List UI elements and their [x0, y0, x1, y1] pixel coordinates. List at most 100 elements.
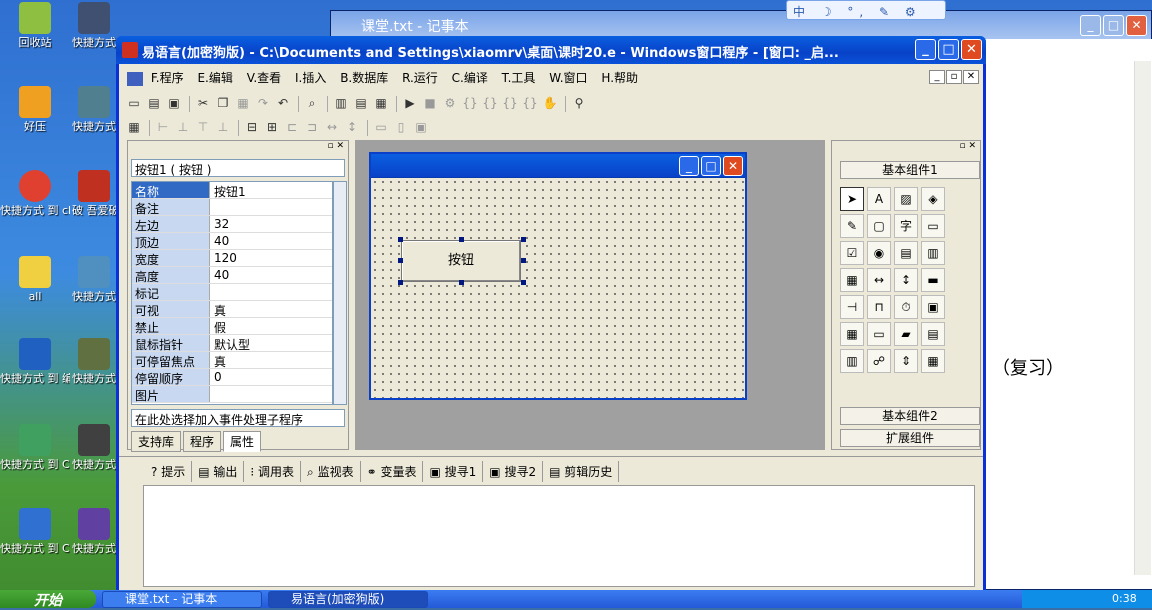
recycle-bin-icon[interactable]: 回收站 [0, 2, 70, 49]
menu-tools[interactable]: T.工具 [502, 69, 536, 86]
label-tool-icon[interactable]: A [867, 187, 891, 211]
tab-callstack[interactable]: ⁝ 调用表 [244, 461, 302, 482]
ime-toolbar[interactable]: 中 ☽ °, ✎ ⚙ [786, 0, 946, 20]
menu-compile[interactable]: C.编译 [452, 69, 488, 86]
menu-run[interactable]: R.运行 [402, 69, 438, 86]
property-row[interactable]: 名称 按钮1 [132, 182, 332, 199]
checkbox-tool-icon[interactable]: ☑ [840, 241, 864, 265]
resize-handle[interactable] [459, 280, 464, 285]
resize-handle[interactable] [398, 280, 403, 285]
doc-tool-icon[interactable]: ▤ [921, 322, 945, 346]
comp-pin-icon[interactable]: ▫ [959, 141, 965, 151]
tab-support-library[interactable]: 支持库 [131, 431, 182, 452]
panel-close-icon[interactable]: ✕ [336, 141, 344, 151]
property-row[interactable]: 备注 [132, 199, 332, 216]
edit-tool-icon[interactable]: ✎ [840, 214, 864, 238]
basic-components-tab[interactable]: 基本组件1 [840, 161, 980, 179]
chrome-shortcut-icon[interactable]: 快捷方式 到 chrome [0, 170, 70, 217]
size1-icon[interactable]: ▭ [372, 118, 390, 136]
notepad-scrollbar[interactable] [1134, 61, 1151, 575]
align-top-icon[interactable]: ⊤ [194, 118, 212, 136]
guiguijs-shortcut-icon[interactable]: 快捷方式 鬼鬼JS [72, 508, 116, 555]
picturebox-tool-icon[interactable]: ▢ [867, 214, 891, 238]
tab-watch[interactable]: ⌕ 监视表 [301, 461, 361, 482]
start-button[interactable]: 开始 [0, 590, 96, 609]
resize-handle[interactable] [521, 258, 526, 263]
open-file-icon[interactable]: ▤ [145, 94, 163, 112]
js-shortcut-icon[interactable]: 快捷方式 JS- [72, 424, 116, 471]
resize-handle[interactable] [398, 237, 403, 242]
view-shortcut-icon[interactable]: 快捷方式 View [72, 256, 116, 303]
redo-icon[interactable]: ↷ [254, 94, 272, 112]
debug3-icon[interactable]: {} [481, 94, 499, 112]
save-icon[interactable]: ▣ [165, 94, 183, 112]
event-selector[interactable]: 在此处选择加入事件处理子程序 [131, 409, 345, 427]
mdi-close-button[interactable]: ✕ [963, 70, 979, 84]
maximize-button[interactable]: □ [938, 39, 959, 60]
eyuyan-window[interactable]: 易语言(加密狗版) - C:\Documents and Settings\xi… [116, 36, 986, 592]
property-scrollbar[interactable] [333, 181, 347, 405]
space-v-icon[interactable]: ⊐ [303, 118, 321, 136]
debug1-icon[interactable]: ⚙ [441, 94, 459, 112]
text-tool-icon[interactable]: 字 [894, 214, 918, 238]
webbrowser-shortcut-icon[interactable]: 快捷方式 WebBro [72, 86, 116, 133]
combobox-tool-icon[interactable]: ▤ [894, 241, 918, 265]
object-selector[interactable]: 按钮1 ( 按钮 ) [131, 159, 345, 177]
taskbar-notepad[interactable]: 课堂.txt - 记事本 [102, 591, 262, 608]
layout3-icon[interactable]: ▦ [372, 94, 390, 112]
calendar-tool-icon[interactable]: ▦ [921, 349, 945, 373]
debug4-icon[interactable]: {} [501, 94, 519, 112]
menu-help[interactable]: H.帮助 [601, 69, 638, 86]
size2-icon[interactable]: ▯ [392, 118, 410, 136]
extended-components-tab[interactable]: 扩展组件 [840, 429, 980, 447]
table-tool-icon[interactable]: ▦ [840, 268, 864, 292]
hscroll-tool-icon[interactable]: ↔ [867, 268, 891, 292]
center-h-icon[interactable]: ⊟ [243, 118, 261, 136]
notepad-maximize-button[interactable]: □ [1103, 15, 1124, 36]
button-tool-icon[interactable]: ▭ [921, 214, 945, 238]
tab-tool-icon[interactable]: ⊓ [867, 295, 891, 319]
stop-icon[interactable]: ■ [421, 94, 439, 112]
form-titlebar[interactable]: _ □ ✕ [371, 154, 745, 178]
property-row[interactable]: 可视真 [132, 301, 332, 318]
all-folder-icon[interactable]: all [0, 256, 70, 303]
layout1-icon[interactable]: ▥ [332, 94, 350, 112]
menu-edit[interactable]: E.编辑 [197, 69, 232, 86]
menu-database[interactable]: B.数据库 [340, 69, 388, 86]
tab-output[interactable]: ▤ 输出 [192, 461, 245, 482]
form-minimize-button[interactable]: _ [679, 156, 699, 176]
radio-tool-icon[interactable]: ◉ [867, 241, 891, 265]
tab-property[interactable]: 属性 [223, 431, 262, 452]
vscroll-tool-icon[interactable]: ↕ [894, 268, 918, 292]
notepad-title[interactable]: 课堂.txt - 记事本 [331, 11, 1151, 39]
cut-icon[interactable]: ✂ [194, 94, 212, 112]
edb-shortcut-icon[interactable]: 快捷方式 Edb [72, 2, 116, 49]
designed-form[interactable]: _ □ ✕ 按钮 [369, 152, 747, 400]
hand-icon[interactable]: ✋ [541, 94, 559, 112]
center-v-icon[interactable]: ⊞ [263, 118, 281, 136]
picture-tool-icon[interactable]: ▨ [894, 187, 918, 211]
timer-tool-icon[interactable]: ⏱ [894, 295, 918, 319]
form-grid[interactable]: 按钮 [371, 178, 745, 398]
property-row[interactable]: 停留顺序 0 [132, 369, 332, 386]
tab-program[interactable]: 程序 [183, 431, 222, 452]
align-bottom-icon[interactable]: ⊥ [214, 118, 232, 136]
close-button[interactable]: ✕ [961, 39, 982, 60]
ciku-shortcut-icon[interactable]: 快捷方式 到 Ciku [0, 424, 70, 471]
menu-insert[interactable]: I.插入 [295, 69, 326, 86]
undo-icon[interactable]: ↶ [274, 94, 292, 112]
resize-handle[interactable] [521, 280, 526, 285]
resize-handle[interactable] [398, 258, 403, 263]
clock[interactable]: 0:38 [1112, 592, 1137, 605]
property-row[interactable]: 图片 [132, 386, 332, 403]
size3-icon[interactable]: ▣ [412, 118, 430, 136]
property-row[interactable]: 禁止假 [132, 318, 332, 335]
minimize-button[interactable]: _ [915, 39, 936, 60]
notepad-text-area[interactable] [981, 39, 1152, 589]
status-tool-icon[interactable]: ▭ [867, 322, 891, 346]
tab-search2[interactable]: ▣ 搜寻2 [483, 461, 544, 482]
notepad-close-button[interactable]: ✕ [1126, 15, 1147, 36]
form-maximize-button[interactable]: □ [701, 156, 721, 176]
folder-tool-icon[interactable]: ▰ [894, 322, 918, 346]
paste-icon[interactable]: ▦ [234, 94, 252, 112]
